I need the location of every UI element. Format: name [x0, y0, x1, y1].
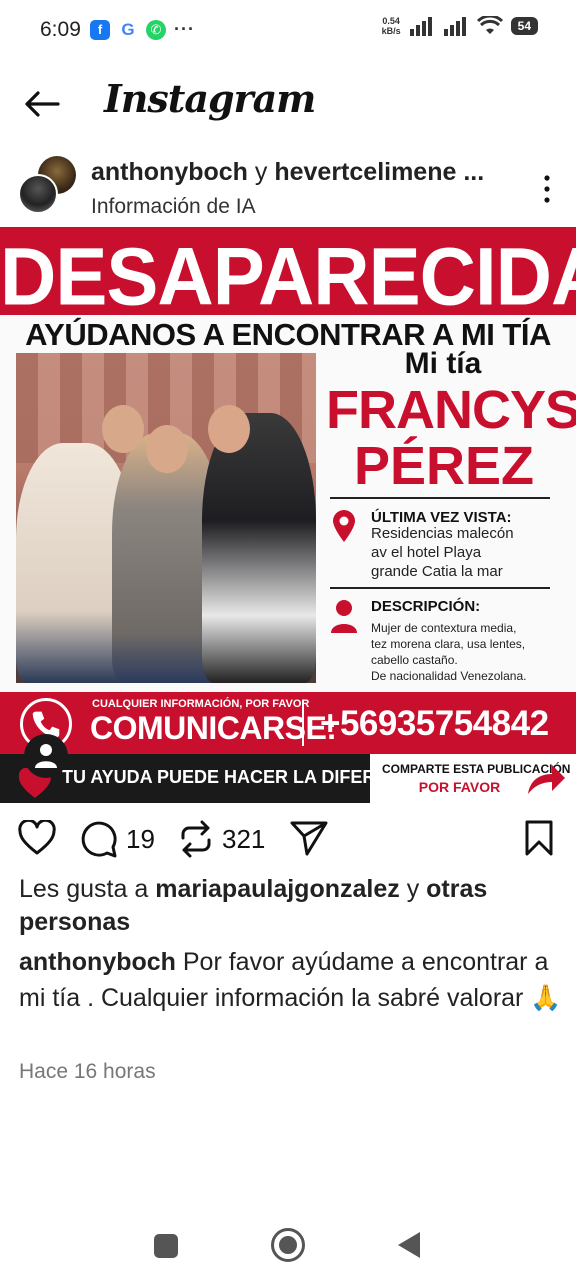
- photo-person-right: [202, 413, 316, 683]
- like-button[interactable]: [18, 820, 56, 856]
- contact-big-text: COMUNICARSE:: [90, 710, 337, 746]
- flyer-divider: [330, 497, 550, 499]
- flyer-name-prefix: Mi tía: [404, 347, 482, 380]
- save-button[interactable]: [524, 820, 554, 856]
- contact-separator: [302, 700, 304, 746]
- avatar-primary[interactable]: [18, 174, 58, 214]
- status-bar: 6:09 f G ✆ ··· 0.54 kB/s 54: [0, 0, 576, 60]
- system-indicators: 0.54 kB/s 54: [382, 16, 538, 36]
- last-seen-text: Residencias malecón av el hotel Playa gr…: [371, 525, 514, 580]
- instagram-logo: Instagram: [104, 76, 316, 121]
- help-band: TU AYUDA PUEDE HACER LA DIFERENCIA COMPA…: [0, 754, 576, 803]
- flyer-photo: [16, 353, 316, 683]
- collab-avatars[interactable]: [18, 156, 78, 216]
- share-text-line2: POR FAVOR: [418, 779, 501, 795]
- bookmark-icon: [525, 820, 553, 856]
- post-caption: anthonyboch Por favor ayúdame a encontra…: [19, 944, 564, 1016]
- flyer-first-name: FRANCYS: [326, 380, 576, 440]
- author-secondary[interactable]: hevertcelimene ...: [274, 158, 484, 186]
- ai-info-label[interactable]: Información de IA: [91, 195, 256, 219]
- post-authors[interactable]: anthonyboch y hevertcelimene ...: [91, 158, 484, 187]
- recent-apps-button[interactable]: [154, 1234, 178, 1258]
- system-nav-bar: [0, 1214, 576, 1280]
- flyer-title: DESAPARECIDA: [0, 229, 576, 323]
- signal-icon: [409, 17, 432, 36]
- facebook-icon: f: [90, 19, 110, 40]
- post-image[interactable]: DESAPARECIDA AYÚDANOS A ENCONTRAR A MI T…: [0, 227, 576, 803]
- likes-summary[interactable]: Les gusta a mariapaulajgonzalez y otras …: [19, 873, 564, 939]
- send-icon: [290, 821, 328, 856]
- app-header: Instagram: [0, 70, 576, 140]
- contact-phone-number: +56935754842: [320, 704, 549, 743]
- share-arrow-icon: [528, 765, 565, 794]
- description-text: Mujer de contextura media, tez morena cl…: [371, 621, 527, 683]
- tag-people-icon[interactable]: [22, 732, 70, 792]
- system-back-button[interactable]: [398, 1232, 420, 1258]
- location-pin-icon: [333, 510, 355, 542]
- google-icon: G: [118, 19, 138, 40]
- comment-icon: [81, 821, 117, 858]
- author-primary[interactable]: anthonyboch: [91, 158, 248, 186]
- flyer-title-band: DESAPARECIDA: [0, 227, 576, 322]
- person-icon: [331, 600, 357, 633]
- photo-head-center: [146, 425, 188, 473]
- contact-band: CUALQUIER INFORMACIÓN, POR FAVOR COMUNIC…: [0, 692, 576, 754]
- description-label: DESCRIPCIÓN:: [371, 598, 481, 615]
- more-notifications-icon: ···: [174, 19, 195, 39]
- comment-count: 19: [126, 823, 155, 854]
- back-arrow-icon[interactable]: [22, 88, 62, 120]
- flyer-divider-2: [330, 587, 550, 589]
- post-header: anthonyboch y hevertcelimene ... Informa…: [0, 150, 576, 226]
- heart-icon: [18, 820, 56, 855]
- more-options-icon[interactable]: [542, 174, 552, 204]
- home-button[interactable]: [271, 1228, 305, 1262]
- flyer-last-name: PÉREZ: [353, 436, 535, 496]
- photo-head-right: [208, 405, 250, 453]
- battery-indicator: 54: [510, 17, 538, 35]
- contact-small-text: CUALQUIER INFORMACIÓN, POR FAVOR: [92, 698, 310, 710]
- notification-icons: f G ✆ ···: [90, 19, 195, 40]
- whatsapp-icon: ✆: [146, 19, 166, 40]
- status-time: 6:09: [40, 18, 81, 41]
- repost-icon: [181, 820, 211, 858]
- photo-head-left: [102, 405, 144, 453]
- post-timestamp: Hace 16 horas: [19, 1060, 156, 1083]
- post-actions: 19 321: [0, 812, 576, 868]
- share-button[interactable]: [290, 820, 328, 856]
- signal-icon-2: [443, 17, 466, 36]
- caption-author[interactable]: anthonyboch: [19, 948, 176, 976]
- liked-by-user[interactable]: mariapaulajgonzalez: [155, 875, 400, 903]
- network-speed: 0.54 kB/s: [381, 16, 401, 36]
- repost-button[interactable]: 321: [178, 820, 265, 858]
- wifi-icon: [476, 16, 503, 34]
- comment-button[interactable]: 19: [80, 820, 155, 858]
- repost-count: 321: [222, 823, 266, 854]
